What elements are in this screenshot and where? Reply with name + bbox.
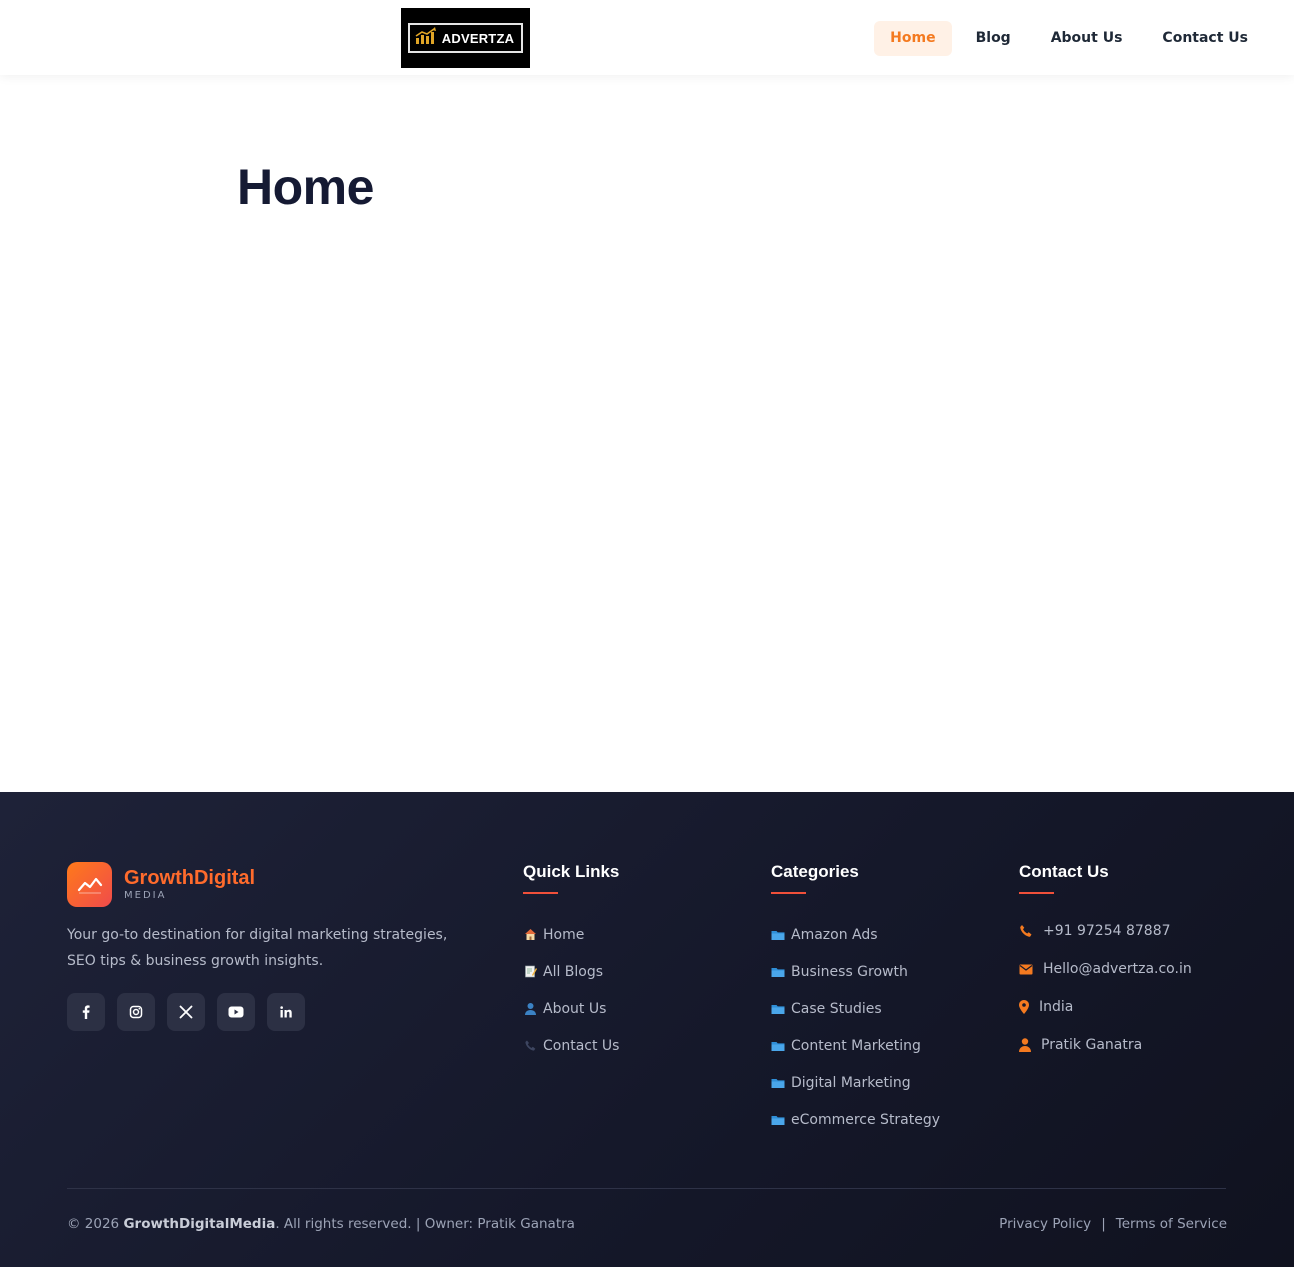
copyright-prefix: © 2026: [67, 1216, 124, 1232]
category-label: Digital Marketing: [791, 1074, 911, 1091]
facebook-icon: [79, 1005, 93, 1019]
nav-home-link[interactable]: Home: [874, 21, 952, 56]
title-underline: [1019, 892, 1054, 894]
categories-title: Categories: [771, 862, 859, 881]
contact-location-text: India: [1039, 999, 1074, 1015]
telephone-emoji-icon: [523, 1039, 537, 1053]
category-digital-marketing[interactable]: Digital Marketing: [771, 1064, 940, 1101]
folder-icon: [771, 928, 785, 942]
contact-owner-text: Pratik Ganatra: [1041, 1037, 1143, 1053]
categories-list: Amazon Ads Business Growth Case Studies …: [771, 916, 940, 1138]
chart-growth-icon: [415, 27, 437, 49]
contact-email: Hello@advertza.co.in: [1019, 950, 1192, 988]
folder-icon: [771, 1113, 785, 1127]
quick-link-label: Contact Us: [543, 1037, 620, 1054]
copyright-text: © 2026 GrowthDigitalMedia. All rights re…: [67, 1216, 575, 1232]
category-content-marketing[interactable]: Content Marketing: [771, 1027, 940, 1064]
site-footer: GrowthDigital MEDIA Your go-to destinati…: [0, 792, 1294, 1267]
legal-separator: |: [1101, 1216, 1106, 1232]
contact-phone-text[interactable]: +91 97254 87887: [1043, 923, 1171, 939]
contact-column: Contact Us +91 97254 87887 Hello@advertz…: [1019, 862, 1192, 1064]
brand-text: GrowthDigital MEDIA: [124, 867, 255, 902]
quick-links-title: Quick Links: [523, 862, 620, 881]
quick-link-contact-us[interactable]: Contact Us: [523, 1027, 619, 1064]
main-nav: Home Blog About Us Contact Us: [866, 21, 1264, 56]
linkedin-icon: [279, 1005, 293, 1019]
nav-blog-link[interactable]: Blog: [960, 21, 1027, 56]
contact-owner: Pratik Ganatra: [1019, 1026, 1192, 1064]
title-underline: [523, 892, 558, 894]
folder-icon: [771, 965, 785, 979]
category-label: Case Studies: [791, 1000, 882, 1017]
youtube-button[interactable]: [217, 993, 255, 1031]
instagram-icon: [129, 1005, 143, 1019]
privacy-policy-link[interactable]: Privacy Policy: [999, 1216, 1091, 1232]
title-underline: [771, 892, 806, 894]
terms-of-service-link[interactable]: Terms of Service: [1116, 1216, 1227, 1232]
x-twitter-button[interactable]: [167, 993, 205, 1031]
category-case-studies[interactable]: Case Studies: [771, 990, 940, 1027]
category-label: Content Marketing: [791, 1037, 921, 1054]
house-emoji-icon: [523, 928, 537, 942]
quick-link-all-blogs[interactable]: All Blogs: [523, 953, 619, 990]
footer-divider: [67, 1188, 1226, 1189]
contact-location: India: [1019, 988, 1192, 1026]
page-title: Home: [237, 159, 374, 215]
envelope-icon: [1019, 962, 1033, 976]
copyright-suffix: . All rights reserved. | Owner: Pratik G…: [275, 1216, 575, 1232]
user-icon: [1019, 1038, 1031, 1052]
linkedin-button[interactable]: [267, 993, 305, 1031]
categories-column: Categories Amazon Ads Business Growth Ca…: [771, 862, 940, 1138]
folder-icon: [771, 1076, 785, 1090]
brand-name: GrowthDigital: [124, 867, 256, 889]
instagram-button[interactable]: [117, 993, 155, 1031]
category-ecommerce-strategy[interactable]: eCommerce Strategy: [771, 1101, 940, 1138]
brand-subtitle: MEDIA: [124, 890, 167, 901]
map-pin-icon: [1019, 1000, 1029, 1014]
phone-icon: [1019, 924, 1033, 938]
category-amazon-ads[interactable]: Amazon Ads: [771, 916, 940, 953]
contact-list: +91 97254 87887 Hello@advertza.co.in Ind…: [1019, 912, 1192, 1064]
legal-links: Privacy Policy | Terms of Service: [999, 1216, 1227, 1232]
quick-links-list: Home All Blogs About Us Contact Us: [523, 916, 619, 1064]
memo-emoji-icon: [523, 965, 537, 979]
nav-contact-link[interactable]: Contact Us: [1146, 21, 1264, 56]
quick-links-column: Quick Links Home All Blogs About Us Cont…: [523, 862, 619, 1064]
contact-title: Contact Us: [1019, 862, 1109, 881]
quick-link-home[interactable]: Home: [523, 916, 619, 953]
copyright-brand: GrowthDigitalMedia: [123, 1216, 276, 1232]
contact-phone: +91 97254 87887: [1019, 912, 1192, 950]
quick-link-label: All Blogs: [543, 963, 604, 980]
quick-link-about-us[interactable]: About Us: [523, 990, 619, 1027]
facebook-button[interactable]: [67, 993, 105, 1031]
contact-email-text[interactable]: Hello@advertza.co.in: [1043, 961, 1192, 977]
logo-frame: ADVERTZA: [407, 23, 524, 53]
category-business-growth[interactable]: Business Growth: [771, 953, 940, 990]
quick-link-label: About Us: [543, 1000, 607, 1017]
nav-about-link[interactable]: About Us: [1035, 21, 1139, 56]
category-label: Business Growth: [791, 963, 908, 980]
quick-link-label: Home: [543, 926, 585, 943]
folder-icon: [771, 1002, 785, 1016]
footer-brand[interactable]: GrowthDigital MEDIA: [67, 862, 255, 907]
growth-chart-logo-icon: [67, 862, 112, 907]
category-label: eCommerce Strategy: [791, 1111, 941, 1128]
site-header: ADVERTZA Home Blog About Us Contact Us: [0, 0, 1294, 75]
category-label: Amazon Ads: [791, 926, 878, 943]
x-twitter-icon: [179, 1005, 193, 1019]
youtube-icon: [228, 1006, 244, 1018]
folder-icon: [771, 1039, 785, 1053]
social-links: [67, 993, 317, 1031]
person-emoji-icon: [523, 1002, 537, 1016]
logo-text: ADVERTZA: [441, 30, 515, 46]
brand-description: Your go-to destination for digital marke…: [67, 927, 448, 969]
advertza-logo[interactable]: ADVERTZA: [401, 8, 530, 68]
